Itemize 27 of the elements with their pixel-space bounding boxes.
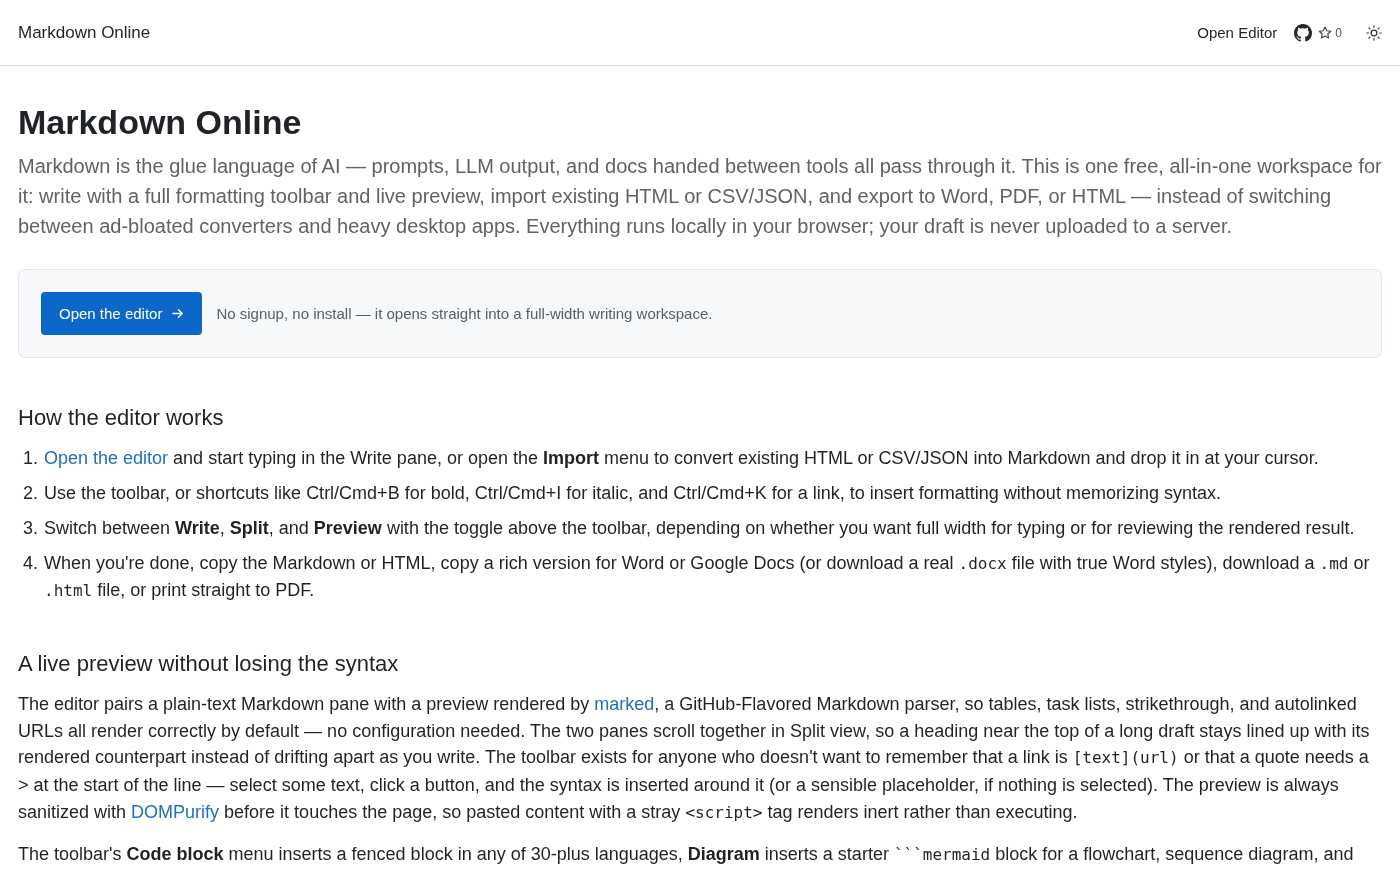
list-number: 1. <box>22 447 39 470</box>
section-heading: How the editor works <box>18 404 225 432</box>
section-heading: A live preview without losing the syntax <box>18 650 400 678</box>
text-link[interactable]: marked <box>594 694 655 714</box>
text-link[interactable]: Open the editor <box>44 448 169 468</box>
page-title: Markdown Online <box>18 102 303 142</box>
list-number: 2. <box>22 482 39 505</box>
list-item-text: When you're done, copy the Markdown or HTML, copy a rich version for Word or Google Docs (or download a real .docx file with true Word styles), download a .md or .html file, or print straight to PDF. <box>44 552 1371 602</box>
list-number: 3. <box>22 517 39 540</box>
sun-icon <box>1366 24 1382 41</box>
list-number: 4. <box>22 552 39 575</box>
paragraph: The toolbar's Code block menu inserts a fenced block in any of 30-plus languages, Diagram inserts a starter ```mermaid block for a flowchart, sequence diagram, and <box>18 842 1355 866</box>
cta-note: No signup, no install — it opens straight into a full-width writing workspace. <box>216 305 713 322</box>
text-link[interactable]: DOMPurify <box>131 801 220 822</box>
list-item-text: Switch between Write, Split, and Preview with the toggle above the toolbar, depending on whether you want full width for typing or for reviewing the rendered result. <box>44 517 1356 540</box>
site-title-link[interactable]: Markdown Online <box>18 22 151 43</box>
star-icon[interactable] <box>1318 25 1333 40</box>
github-icon[interactable] <box>1294 23 1313 42</box>
theme-toggle-button[interactable] <box>1366 24 1382 41</box>
paragraph: The editor pairs a plain-text Markdown pane with a preview rendered by marked, a GitHub-Flavored Markdown parser, so tables, task lists, strikethrough, and autolinked URLs all render correctly by default — no configuration needed. The two panes scroll together in Split view, so a heading near the top of a long draft stays lined up with its rendered counterpart instead of drifting apart as you write. The toolbar exists for anyone who doesn't want to remember that a link is [text](url) or that a quote needs a > at the start of the line — select some text, click a button, and the syntax is inserted around it (or a sensible placeholder, if nothing is selected). The preview is always sanitized with DOMPurify before it touches the page, so pasted content with a stray <script> tag renders inert rather than executing. <box>18 693 1371 824</box>
list-item-text: Use the toolbar, or shortcuts like Ctrl/Cmd+B for bold, Ctrl/Cmd+I for italic, and Ctrl/Cmd+K for a link, to insert formatting without memorizing syntax. <box>44 482 1222 505</box>
intro-paragraph: Markdown is the glue language of AI — prompts, LLM output, and docs handed between tools all pass through it. This is one free, all-in-one workspace for it: write with a full formatting toolbar and live preview, import existing HTML or CSV/JSON, and export to Word, PDF, or HTML — instead of switching between ad-bloated converters and heavy desktop apps. Everything runs locally in your browser; your draft is never uploaded to a server. <box>18 154 1382 239</box>
list-item-text: Open the editor and start typing in the Write pane, or open the Import menu to convert existing HTML or CSV/JSON into Markdown and drop it in at your cursor. <box>44 447 1320 470</box>
open-the-editor-button[interactable]: Open the editor <box>41 292 203 335</box>
star-count: 0 <box>1335 25 1342 40</box>
open-editor-link[interactable]: Open Editor <box>1197 24 1278 41</box>
arrow-right-icon <box>172 308 185 319</box>
